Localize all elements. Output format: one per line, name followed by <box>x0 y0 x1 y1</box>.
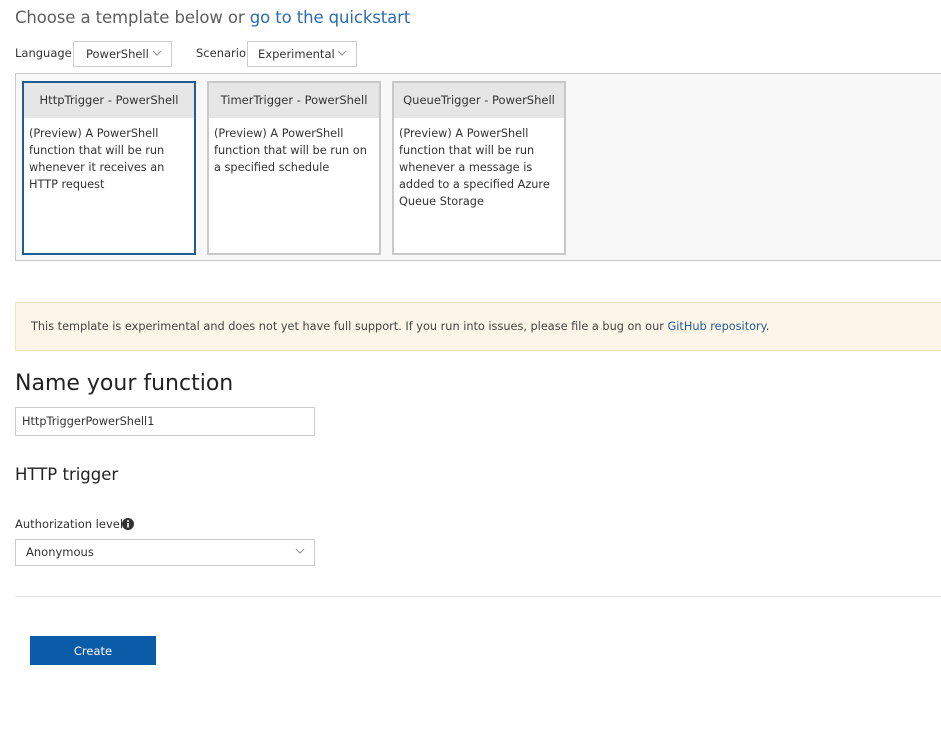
template-card-description: (Preview) A PowerShell function that wil… <box>214 127 367 174</box>
name-section-title: Name your function <box>15 371 234 396</box>
experimental-warning: This template is experimental and does n… <box>15 302 941 351</box>
page-heading: Choose a template below or go to the qui… <box>15 8 410 27</box>
scenario-select-value: Experimental <box>258 47 335 61</box>
template-card-httptrigger[interactable]: HttpTrigger - PowerShell (Preview) A Pow… <box>22 81 196 255</box>
template-card-description: (Preview) A PowerShell function that wil… <box>399 127 550 208</box>
info-icon[interactable] <box>121 517 135 531</box>
chevron-down-icon <box>295 548 305 554</box>
heading-text: Choose a template below or <box>15 8 250 27</box>
template-card-title: HttpTrigger - PowerShell <box>24 83 194 118</box>
template-list: HttpTrigger - PowerShell (Preview) A Pow… <box>15 73 941 261</box>
template-card-queuetrigger[interactable]: QueueTrigger - PowerShell (Preview) A Po… <box>392 81 566 255</box>
template-card-title: TimerTrigger - PowerShell <box>209 83 379 118</box>
divider <box>15 596 941 597</box>
template-card-description: (Preview) A PowerShell function that wil… <box>29 127 165 191</box>
authorization-level-label: Authorization level <box>15 517 124 531</box>
language-select[interactable]: PowerShell <box>73 41 172 67</box>
warning-text: This template is experimental and does n… <box>31 320 668 333</box>
language-label: Language: <box>15 46 76 60</box>
github-repository-link[interactable]: GitHub repository <box>668 320 766 333</box>
scenario-label: Scenario: <box>196 46 250 60</box>
function-name-input[interactable] <box>15 407 315 436</box>
authorization-level-value: Anonymous <box>26 545 94 559</box>
template-card-title: QueueTrigger - PowerShell <box>394 83 564 118</box>
trigger-section-title: HTTP trigger <box>15 465 119 484</box>
language-select-value: PowerShell <box>86 47 149 61</box>
chevron-down-icon <box>152 50 162 56</box>
scenario-select[interactable]: Experimental <box>247 41 357 67</box>
template-card-timertrigger[interactable]: TimerTrigger - PowerShell (Preview) A Po… <box>207 81 381 255</box>
create-button[interactable]: Create <box>30 636 156 665</box>
quickstart-link[interactable]: go to the quickstart <box>250 8 411 27</box>
authorization-level-select[interactable]: Anonymous <box>15 539 315 566</box>
warning-suffix: . <box>765 320 770 333</box>
chevron-down-icon <box>337 50 347 56</box>
